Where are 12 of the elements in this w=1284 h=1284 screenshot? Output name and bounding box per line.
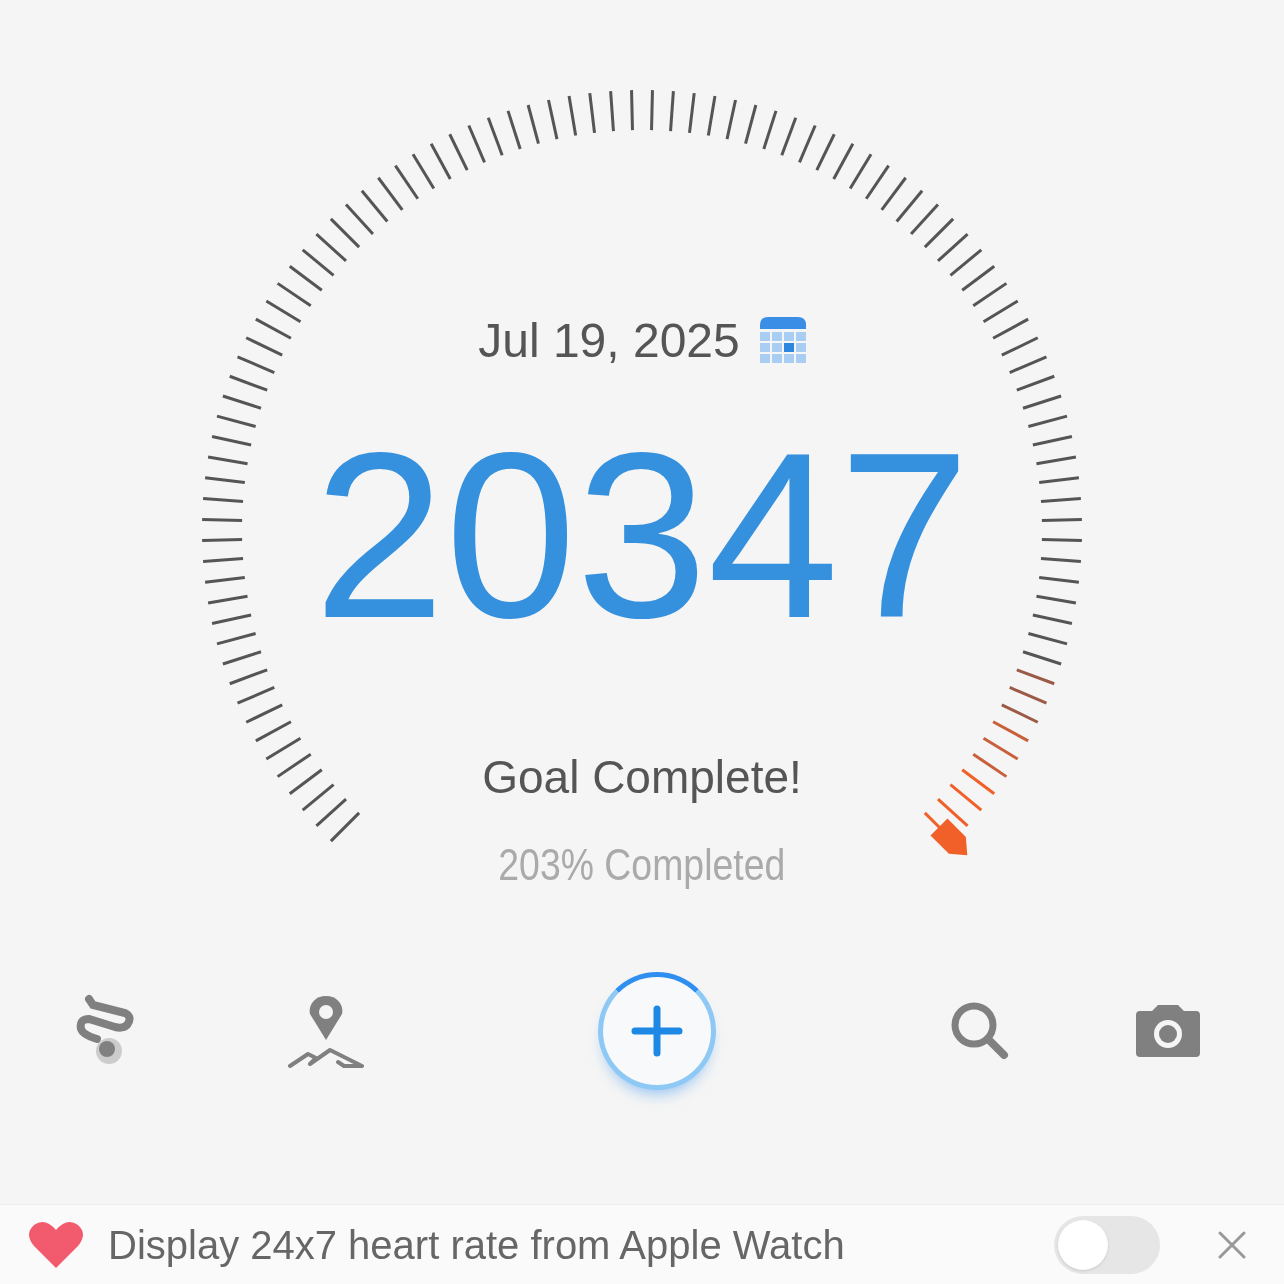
add-button[interactable] (598, 972, 716, 1090)
plus-icon (631, 1005, 683, 1057)
step-count: 20347 (313, 417, 971, 653)
heart-icon (28, 1219, 84, 1270)
progress-marker (923, 811, 968, 856)
progress-text: 203% Completed (498, 839, 786, 891)
close-icon (1217, 1229, 1247, 1260)
camera-icon (1134, 1003, 1202, 1059)
goal-status: Goal Complete! (482, 750, 802, 805)
date-label: Jul 19, 2025 (478, 313, 740, 369)
calendar-icon[interactable] (759, 317, 806, 365)
banner-text: Display 24x7 heart rate from Apple Watch (108, 1221, 846, 1269)
